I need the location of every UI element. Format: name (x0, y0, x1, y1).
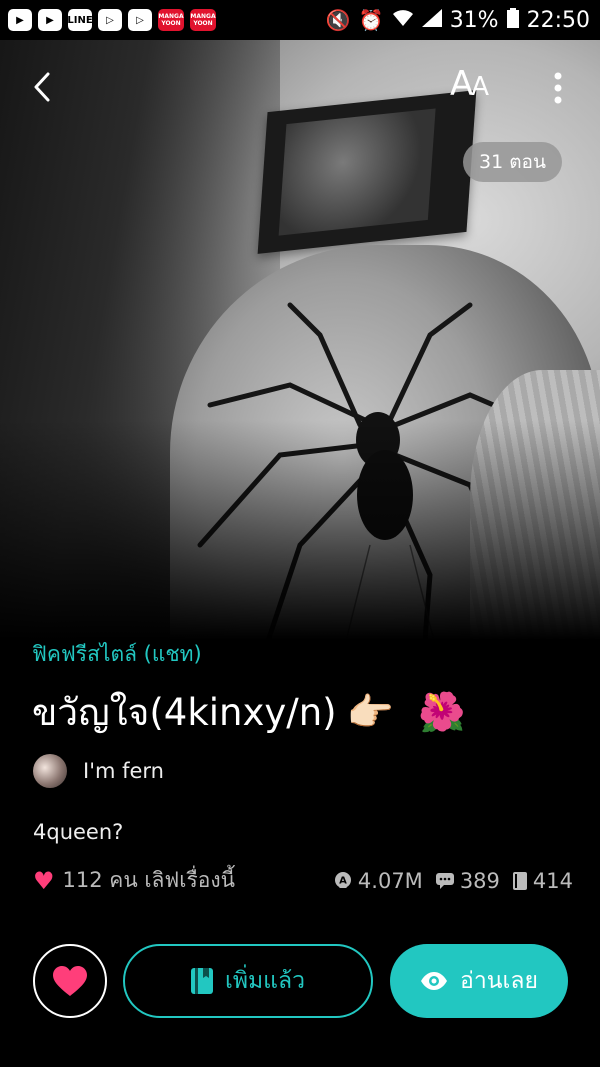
views-count: A 4.07M (333, 869, 423, 893)
more-vertical-icon (554, 72, 562, 104)
author-name[interactable]: I'm fern (83, 759, 164, 783)
comments-count: 389 (435, 869, 500, 893)
more-options-button[interactable] (546, 70, 570, 106)
eye-icon (421, 972, 448, 990)
bookmarks-count: 414 (512, 869, 573, 893)
views-icon: A (334, 871, 351, 888)
heart-icon (53, 966, 87, 996)
manga-notification-icon: MANGA YOON (158, 9, 184, 31)
chevron-left-icon (34, 72, 50, 102)
story-description: 4queen? (33, 820, 124, 844)
likes-count: ♥ 112 คน เลิฟเรื่องนี้ (33, 864, 235, 897)
story-title-row: ขวัญใจ(4kinxy/n) 👉🏻 🌺 (32, 683, 465, 742)
battery-icon (506, 7, 519, 33)
read-now-button[interactable]: อ่านเลย (390, 944, 568, 1018)
avatar[interactable] (33, 754, 67, 788)
app-notification-icon: ▶ (8, 9, 32, 31)
views-value: 4.07M (357, 868, 423, 893)
added-to-library-button[interactable]: เพิ่มแล้ว (123, 944, 373, 1018)
book-icon (190, 968, 213, 994)
battery-percent: 31% (449, 7, 499, 33)
mute-icon: 🔇 (325, 8, 351, 32)
read-label: อ่านเลย (460, 968, 538, 994)
stats-row: ♥ 112 คน เลิฟเรื่องนี้ A 4.07M 389 414 (33, 864, 573, 897)
cover-bottom-fade (0, 420, 600, 640)
alarm-icon: ⏰ (358, 8, 384, 32)
system-status: 🔇 ⏰ 31% 22:50 (325, 7, 590, 33)
comment-icon (435, 872, 454, 889)
manga-notification-icon: MANGA YOON (190, 9, 216, 31)
heart-icon: ♥ (33, 866, 55, 895)
author-row[interactable]: I'm fern (33, 754, 164, 788)
story-title: ขวัญใจ(4kinxy/n) (32, 691, 337, 734)
story-genre[interactable]: ฟิคฟรีสไตล์ (แชท) (32, 638, 202, 671)
added-label: เพิ่มแล้ว (224, 968, 306, 994)
bookmarks-value: 414 (532, 868, 573, 893)
app-notification-icon: ▶ (38, 9, 62, 31)
signal-icon (421, 8, 442, 32)
story-counts: A 4.07M 389 414 (333, 869, 573, 893)
play-notification-icon: ▷ (128, 9, 152, 31)
wifi-icon (392, 8, 414, 32)
notification-icons: ▶ ▶ LINE ▷ ▷ MANGA YOON MANGA YOON (8, 9, 216, 31)
comments-value: 389 (459, 868, 500, 893)
likes-text: 112 คน เลิฟเรื่องนี้ (62, 868, 235, 892)
font-size-label-large: A (450, 64, 473, 104)
clock-time: 22:50 (526, 7, 590, 33)
play-notification-icon: ▷ (98, 9, 122, 31)
line-notification-icon: LINE (67, 9, 93, 31)
pointing-hand-icon: 👉🏻 (346, 690, 394, 734)
font-size-label-small: A (471, 72, 489, 102)
like-button[interactable] (33, 944, 107, 1018)
back-button[interactable] (22, 62, 62, 112)
hibiscus-icon: 🌺 (417, 690, 466, 734)
cover-image (0, 40, 600, 640)
cover-poster-shape (257, 90, 477, 254)
status-bar: ▶ ▶ LINE ▷ ▷ MANGA YOON MANGA YOON 🔇 ⏰ 3… (0, 0, 600, 40)
svg-text:A: A (339, 875, 347, 886)
book-icon (512, 871, 527, 890)
episodes-badge: 31 ตอน (463, 142, 562, 182)
font-size-button[interactable]: AA (450, 64, 489, 104)
